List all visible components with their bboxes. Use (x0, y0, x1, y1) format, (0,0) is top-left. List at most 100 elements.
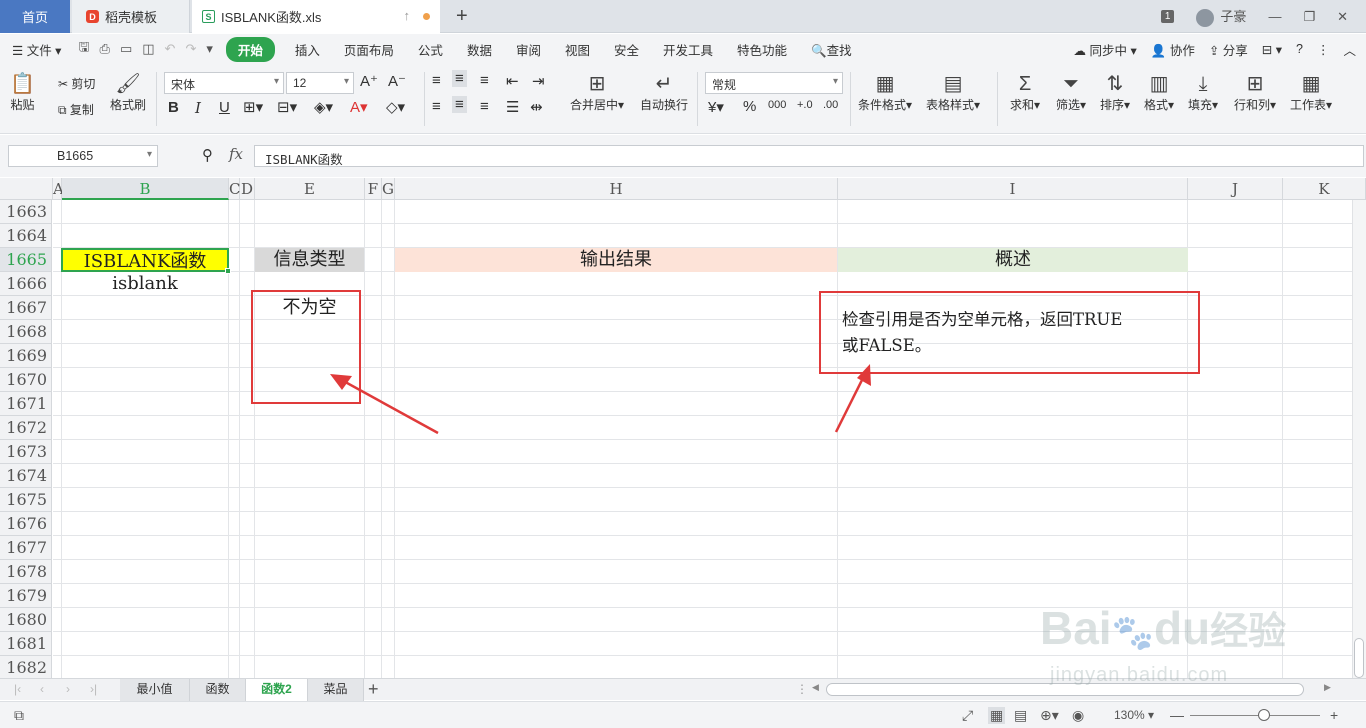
sort-button[interactable]: ⇅ 排序▾ (1100, 72, 1130, 113)
fill-button[interactable]: ⤓ 填充▾ (1188, 72, 1218, 113)
justify-icon[interactable]: ☰ (506, 98, 519, 116)
first-sheet-icon[interactable]: |‹ (14, 682, 21, 696)
filter-button[interactable]: ⏷ 筛选▾ (1056, 72, 1086, 113)
eye-protection-icon[interactable]: ◉ (1072, 707, 1084, 724)
last-sheet-icon[interactable]: ›| (90, 682, 97, 696)
fill-style-icon[interactable]: ⊟▾ (277, 98, 297, 116)
redo-icon[interactable]: ↷ (180, 41, 201, 57)
percent-icon[interactable]: % (743, 98, 756, 115)
file-menu[interactable]: ☰ 文件 ▾ (0, 40, 73, 59)
zoom-in-icon[interactable]: + (1330, 707, 1338, 723)
sheet-tab-active[interactable]: 函数2 (246, 679, 308, 701)
align-middle-icon[interactable]: ≡ (452, 70, 467, 87)
tab-file[interactable]: S ISBLANK函数.xls ↑ (192, 0, 440, 33)
page-layout-view-icon[interactable]: ▤ (1014, 707, 1027, 724)
border-icon[interactable]: ⊞▾ (243, 98, 263, 116)
align-left-icon[interactable]: ≡ (432, 98, 441, 115)
close-icon[interactable]: ✕ (1337, 9, 1348, 25)
fullscreen-icon[interactable]: ⤢ (962, 707, 973, 724)
zoom-level[interactable]: 130% ▾ (1114, 708, 1154, 722)
share-button[interactable]: ⇪ 分享 (1209, 40, 1248, 59)
new-tab-icon[interactable]: + (456, 5, 468, 28)
zoom-preview-icon[interactable]: ◫ (137, 41, 159, 57)
paste-button[interactable]: 📋 粘贴 (10, 72, 35, 113)
toolbar-toggle-icon[interactable]: ⊟ ▾ (1262, 42, 1282, 57)
restore-icon[interactable]: ❐ (1303, 9, 1315, 25)
undo-icon[interactable]: ↶ (160, 41, 181, 57)
normal-view-icon[interactable]: ▦ (988, 707, 1006, 724)
zoom-formula-icon[interactable]: ⚲ (202, 146, 213, 164)
decrease-decimal-icon[interactable]: .00 (823, 99, 838, 111)
name-box[interactable]: B1665 (8, 145, 158, 167)
tab-review[interactable]: 审阅 (504, 40, 553, 59)
tab-template[interactable]: D 稻壳模板 (72, 0, 190, 33)
collab-button[interactable]: 👤 协作 (1151, 40, 1195, 59)
window-count-badge[interactable]: 1 (1160, 10, 1175, 23)
zoom-slider-knob[interactable] (1258, 709, 1270, 721)
worksheet-button[interactable]: ▦ 工作表▾ (1290, 72, 1332, 113)
next-sheet-icon[interactable]: › (66, 682, 70, 696)
zoom-slider[interactable] (1190, 715, 1320, 716)
customize-icon[interactable]: ▾ (201, 41, 218, 57)
currency-icon[interactable]: ¥▾ (708, 98, 724, 116)
italic-icon[interactable]: I (195, 99, 201, 117)
sum-button[interactable]: Σ 求和▾ (1010, 72, 1040, 113)
tab-view[interactable]: 视图 (553, 40, 602, 59)
align-top-icon[interactable]: ≡ (432, 72, 441, 89)
macro-record-icon[interactable]: ⧉ (14, 707, 24, 724)
decrease-font-icon[interactable]: A⁻ (388, 72, 406, 90)
underline-icon[interactable]: U (219, 99, 230, 116)
font-color-icon[interactable]: A▾ (350, 98, 368, 116)
sheet-tab[interactable]: 函数 (190, 679, 246, 701)
increase-font-icon[interactable]: A⁺ (360, 72, 378, 90)
align-center-icon[interactable]: ≡ (452, 96, 467, 113)
collapse-icon[interactable]: ︿ (1343, 40, 1356, 59)
zoom-out-icon[interactable]: — (1170, 707, 1184, 723)
save-icon[interactable]: 🖫 (73, 38, 94, 60)
thousands-icon[interactable]: 000 (768, 99, 786, 111)
fill-color-icon[interactable]: ◈▾ (314, 98, 333, 116)
print-icon[interactable]: ▭ (115, 41, 137, 57)
tab-home[interactable]: 首页 (0, 0, 70, 33)
number-format-select[interactable]: 常规 (705, 72, 843, 94)
prev-sheet-icon[interactable]: ‹ (40, 682, 44, 696)
format-button[interactable]: ▥ 格式▾ (1144, 72, 1174, 113)
wrap-text-button[interactable]: ↵ 自动换行 (640, 72, 688, 113)
font-name-select[interactable]: 宋体 (164, 72, 284, 94)
tab-developer[interactable]: 开发工具 (651, 40, 725, 59)
distribute-icon[interactable]: ⇹ (530, 98, 543, 116)
formula-input[interactable]: ISBLANK函数 (254, 145, 1364, 167)
bold-icon[interactable]: B (168, 99, 179, 116)
copy-button[interactable]: ⧉ 复制 (58, 101, 94, 118)
sync-button[interactable]: ☁ 同步中 ▾ (1074, 40, 1137, 59)
tab-insert[interactable]: 插入 (283, 40, 332, 59)
scroll-left-icon[interactable]: ◀ (812, 682, 819, 693)
tab-start[interactable]: 开始 (225, 36, 275, 62)
cut-button[interactable]: ✂ 剪切 (58, 75, 95, 92)
clear-icon[interactable]: ◇▾ (386, 98, 405, 116)
hscroll-split-icon[interactable]: ⋮ (796, 682, 808, 696)
sheet-tab[interactable]: 菜品 (308, 679, 364, 701)
row-col-button[interactable]: ⊞ 行和列▾ (1234, 72, 1276, 113)
tab-security[interactable]: 安全 (602, 40, 651, 59)
user-profile[interactable]: 子豪 (1196, 6, 1246, 27)
align-right-icon[interactable]: ≡ (480, 98, 489, 115)
tab-page-layout[interactable]: 页面布局 (332, 40, 406, 59)
add-sheet-icon[interactable]: + (368, 679, 379, 700)
more-icon[interactable]: ⋮ (1317, 42, 1330, 57)
indent-increase-icon[interactable]: ⇥ (532, 72, 545, 90)
print-preview-icon[interactable]: ⎙ (95, 41, 115, 57)
minimize-icon[interactable]: — (1268, 9, 1281, 24)
tab-special[interactable]: 特色功能 (725, 40, 799, 59)
sheet-tab[interactable]: 最小值 (120, 679, 190, 701)
pin-icon[interactable]: ↑ (404, 8, 411, 23)
increase-decimal-icon[interactable]: +.0 (797, 99, 813, 111)
align-bottom-icon[interactable]: ≡ (480, 72, 489, 89)
tab-data[interactable]: 数据 (455, 40, 504, 59)
format-painter-button[interactable]: 🖌 格式刷 (110, 72, 146, 113)
indent-decrease-icon[interactable]: ⇤ (506, 72, 519, 90)
table-style-button[interactable]: ▤ 表格样式▾ (926, 72, 980, 113)
page-break-view-icon[interactable]: ⊕▾ (1040, 707, 1059, 724)
font-size-select[interactable]: 12 (286, 72, 354, 94)
fx-icon[interactable]: fx (229, 145, 243, 163)
